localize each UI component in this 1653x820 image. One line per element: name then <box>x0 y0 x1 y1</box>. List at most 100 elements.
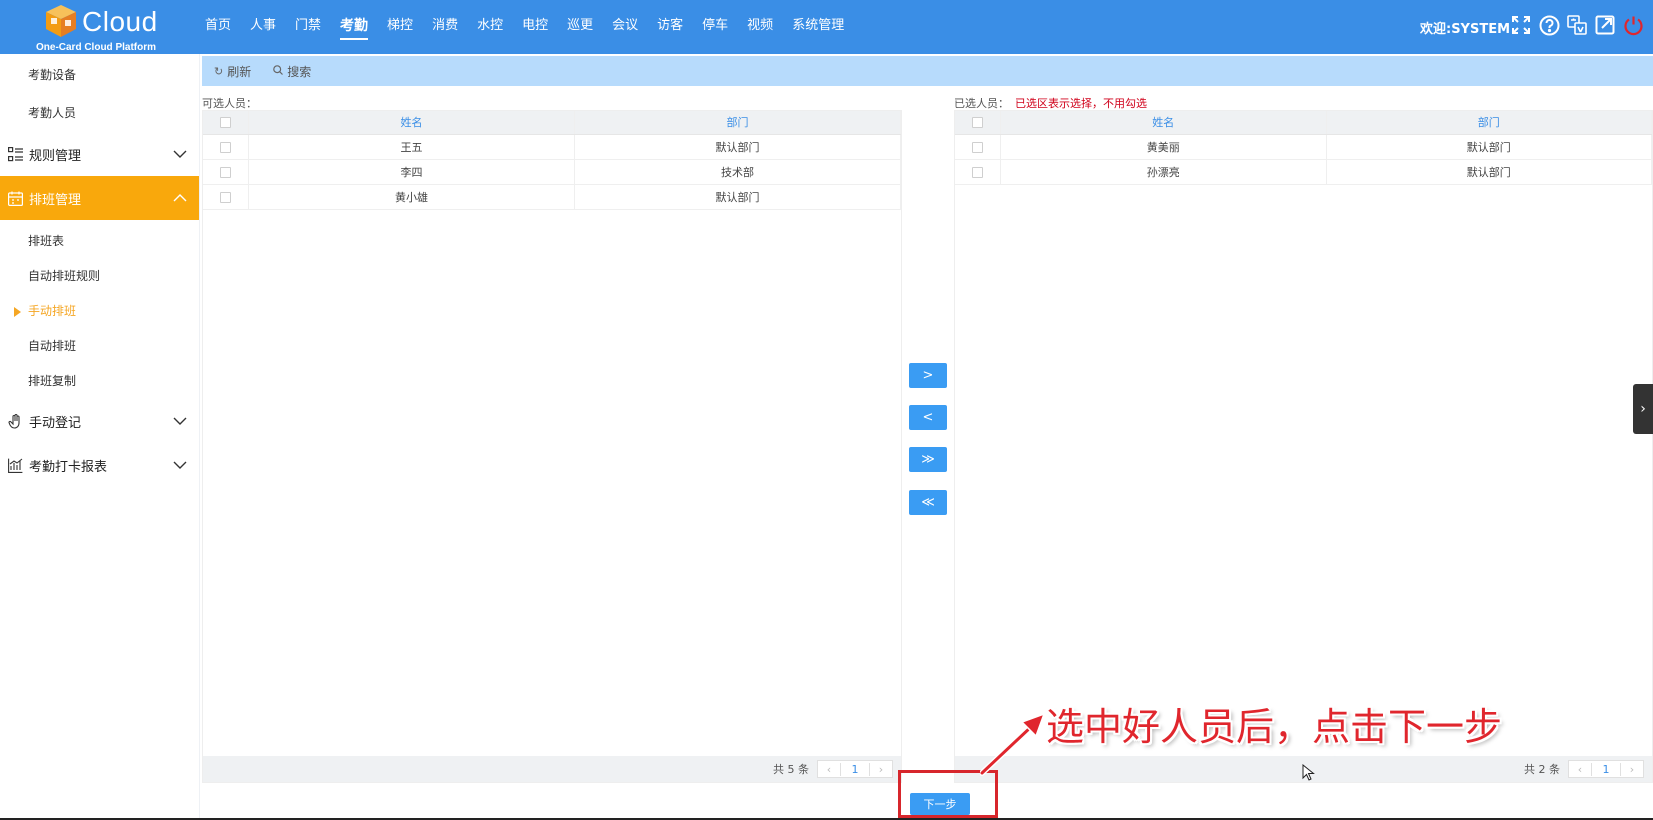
nav-item-hr[interactable]: 人事 <box>250 0 276 54</box>
column-header-dept[interactable]: 部门 <box>1327 111 1652 134</box>
refresh-button[interactable]: ↻ 刷新 <box>214 63 251 80</box>
table-row[interactable]: 王五 默认部门 <box>203 135 901 160</box>
nav-item-home[interactable]: 首页 <box>205 0 231 54</box>
sidebar-item-manual-schedule[interactable]: 手动排班 <box>0 294 199 329</box>
grid-footer: 共 5 条 ‹ 1 › <box>203 756 901 782</box>
sidebar-group-schedule[interactable]: 排班管理 <box>0 176 199 220</box>
cell-name: 黄小雄 <box>249 185 575 209</box>
nav-item-elevator[interactable]: 梯控 <box>387 0 413 54</box>
logo[interactable]: Cloud One-Card Cloud Platform <box>30 2 170 53</box>
external-link-icon[interactable] <box>1594 14 1616 36</box>
top-bar: Cloud One-Card Cloud Platform 首页 人事 门禁 考… <box>0 0 1653 54</box>
select-all-checkbox[interactable] <box>220 117 231 128</box>
logo-text: Cloud <box>82 6 158 37</box>
row-check-cell <box>203 135 249 159</box>
welcome-user: 欢迎:SYSTEM <box>1420 22 1511 37</box>
column-header-name[interactable]: 姓名 <box>1001 111 1327 134</box>
nav-item-water[interactable]: 水控 <box>477 0 503 54</box>
chevron-right-icon: › <box>1640 401 1646 417</box>
row-check-cell <box>955 135 1001 159</box>
nav-item-meeting[interactable]: 会议 <box>612 0 638 54</box>
selected-staff-title: 已选人员： <box>954 97 1009 110</box>
sidebar-item-schedule-copy[interactable]: 排班复制 <box>0 364 199 399</box>
move-right-button[interactable]: > <box>909 363 947 388</box>
side-panel-toggle[interactable]: › <box>1633 384 1653 434</box>
next-page-icon[interactable]: › <box>1621 763 1643 776</box>
pagination: ‹ 1 › <box>817 760 893 778</box>
select-all-checkbox[interactable] <box>972 117 983 128</box>
nav-item-access[interactable]: 门禁 <box>295 0 321 54</box>
chart-icon <box>8 457 24 473</box>
cell-name: 黄美丽 <box>1001 135 1327 159</box>
table-row[interactable]: 孙漂亮 默认部门 <box>955 160 1652 185</box>
sidebar-group-manual-register[interactable]: 手动登记 <box>0 399 199 443</box>
page-number[interactable]: 1 <box>1591 762 1621 776</box>
row-checkbox[interactable] <box>220 141 231 153</box>
sidebar-item-auto-schedule-rules[interactable]: 自动排班规则 <box>0 259 199 294</box>
sidebar-item-attendance-device[interactable]: 考勤设备 <box>0 56 199 94</box>
total-count: 共 5 条 <box>773 763 809 776</box>
sidebar-item-label: 手动排班 <box>28 304 77 318</box>
search-label: 搜索 <box>287 64 312 79</box>
highlight-box <box>898 770 998 818</box>
annotation-text: 选中好人员后，点击下一步 <box>1046 705 1503 749</box>
next-page-icon[interactable]: › <box>870 763 892 776</box>
move-all-left-button[interactable]: ≪ <box>909 490 947 515</box>
sidebar-group-report[interactable]: 考勤打卡报表 <box>0 443 199 487</box>
annotation-arrow-icon <box>980 712 1046 776</box>
nav-item-system[interactable]: 系统管理 <box>792 0 844 54</box>
chevron-down-icon <box>173 150 187 158</box>
row-check-cell <box>955 160 1001 184</box>
help-icon[interactable] <box>1538 14 1560 36</box>
sidebar-group-rules[interactable]: 规则管理 <box>0 132 199 176</box>
row-checkbox[interactable] <box>220 166 231 178</box>
sidebar-item-schedule-table[interactable]: 排班表 <box>0 224 199 259</box>
row-checkbox[interactable] <box>220 191 231 203</box>
select-all-cell <box>955 111 1001 134</box>
column-header-dept[interactable]: 部门 <box>575 111 901 134</box>
prev-page-icon[interactable]: ‹ <box>1569 763 1591 776</box>
power-icon[interactable] <box>1622 14 1644 36</box>
language-icon[interactable] <box>1566 14 1588 36</box>
sidebar-group-label: 考勤打卡报表 <box>29 459 108 475</box>
sidebar: 考勤设备 考勤人员 规则管理 排班管理 排班表 自动排班规则 手动排班 自动排班… <box>0 54 200 820</box>
table-row[interactable]: 黄美丽 默认部门 <box>955 135 1652 160</box>
row-checkbox[interactable] <box>972 141 983 153</box>
nav-item-power[interactable]: 电控 <box>522 0 548 54</box>
toolbar: ↻ 刷新 搜索 <box>202 56 1653 86</box>
row-check-cell <box>203 160 249 184</box>
select-all-cell <box>203 111 249 134</box>
prev-page-icon[interactable]: ‹ <box>818 763 840 776</box>
selected-staff-grid: 姓名 部门 黄美丽 默认部门 孙漂亮 默认部门 共 2 条 ‹ 1 › <box>954 110 1653 783</box>
search-button[interactable]: 搜索 <box>273 63 311 80</box>
row-checkbox[interactable] <box>972 166 983 178</box>
list-icon <box>8 146 24 162</box>
refresh-icon: ↻ <box>214 64 224 78</box>
table-row[interactable]: 黄小雄 默认部门 <box>203 185 901 210</box>
nav-item-video[interactable]: 视频 <box>747 0 773 54</box>
move-all-right-button[interactable]: ≫ <box>909 447 947 472</box>
chevron-down-icon <box>173 461 187 469</box>
cell-dept: 默认部门 <box>1327 160 1652 184</box>
nav-item-visitor[interactable]: 访客 <box>657 0 683 54</box>
move-left-button[interactable]: < <box>909 405 947 430</box>
fullscreen-icon[interactable] <box>1510 14 1532 36</box>
nav-item-consumption[interactable]: 消费 <box>432 0 458 54</box>
selected-staff-hint: 已选区表示选择，不用勾选 <box>1015 97 1147 110</box>
refresh-label: 刷新 <box>227 64 252 79</box>
hand-icon <box>8 413 24 429</box>
table-row[interactable]: 李四 技术部 <box>203 160 901 185</box>
sidebar-group-label: 手动登记 <box>29 415 82 431</box>
calendar-icon <box>8 190 24 206</box>
nav-item-parking[interactable]: 停车 <box>702 0 728 54</box>
cell-dept: 默认部门 <box>575 185 901 209</box>
nav-item-patrol[interactable]: 巡更 <box>567 0 593 54</box>
current-marker-icon <box>14 306 21 317</box>
column-header-name[interactable]: 姓名 <box>249 111 575 134</box>
nav-item-attendance[interactable]: 考勤 <box>340 0 369 54</box>
sidebar-item-auto-schedule[interactable]: 自动排班 <box>0 329 199 364</box>
cube-logo-icon <box>46 5 76 37</box>
page-number[interactable]: 1 <box>840 762 870 776</box>
sidebar-item-attendance-staff[interactable]: 考勤人员 <box>0 94 199 132</box>
selected-staff-label: 已选人员： 已选区表示选择，不用勾选 <box>954 95 1147 111</box>
